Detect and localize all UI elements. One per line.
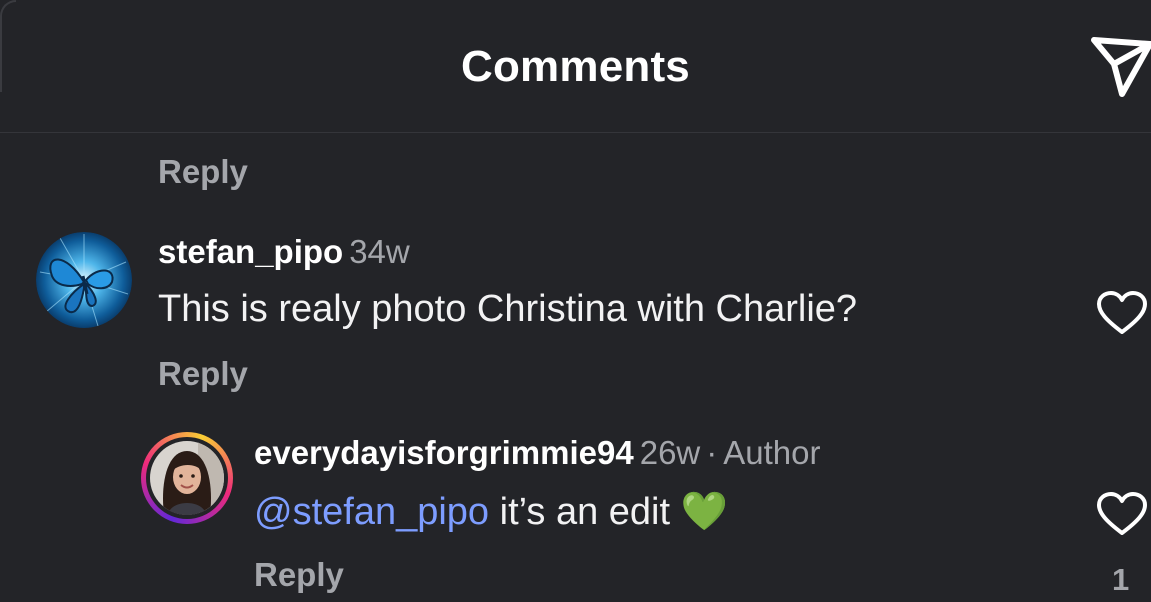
comment-age: 26w [639,434,701,471]
heart-outline-icon[interactable] [1096,290,1148,336]
butterfly-avatar-image [36,232,132,328]
author-badge: Author [723,434,821,471]
comment-header: stefan_pipo 34w [158,233,410,271]
green-heart-emoji: 💚 [680,491,728,533]
username-link[interactable]: everydayisforgrimmie94 [254,434,634,471]
comments-header: Comments [0,0,1151,133]
meta-separator: · [706,434,718,471]
comments-screen: Comments Reply stefan_pipo 34w This is r… [0,0,1151,602]
reply-button[interactable]: Reply [158,355,248,393]
avatar[interactable] [36,232,132,328]
comment-body: it’s an edit [499,491,671,533]
avatar[interactable] [141,432,233,524]
reply-button[interactable]: Reply [158,153,248,191]
comment-age: 34w [349,233,410,270]
page-title: Comments [461,42,690,91]
woman-portrait-avatar-image [150,441,224,515]
comment-text: This is realy photo Christina with Charl… [158,288,858,330]
send-icon[interactable] [1086,34,1151,100]
heart-outline-icon[interactable] [1096,491,1148,537]
reply-button[interactable]: Reply [254,556,344,594]
comment-header: everydayisforgrimmie94 26w · Author [254,434,821,472]
username-link[interactable]: stefan_pipo [158,233,343,270]
comment-text: @stefan_pipo it’s an edit 💚 [254,490,728,534]
mention-link[interactable]: @stefan_pipo [254,491,489,533]
like-count: 1 [1112,562,1130,597]
